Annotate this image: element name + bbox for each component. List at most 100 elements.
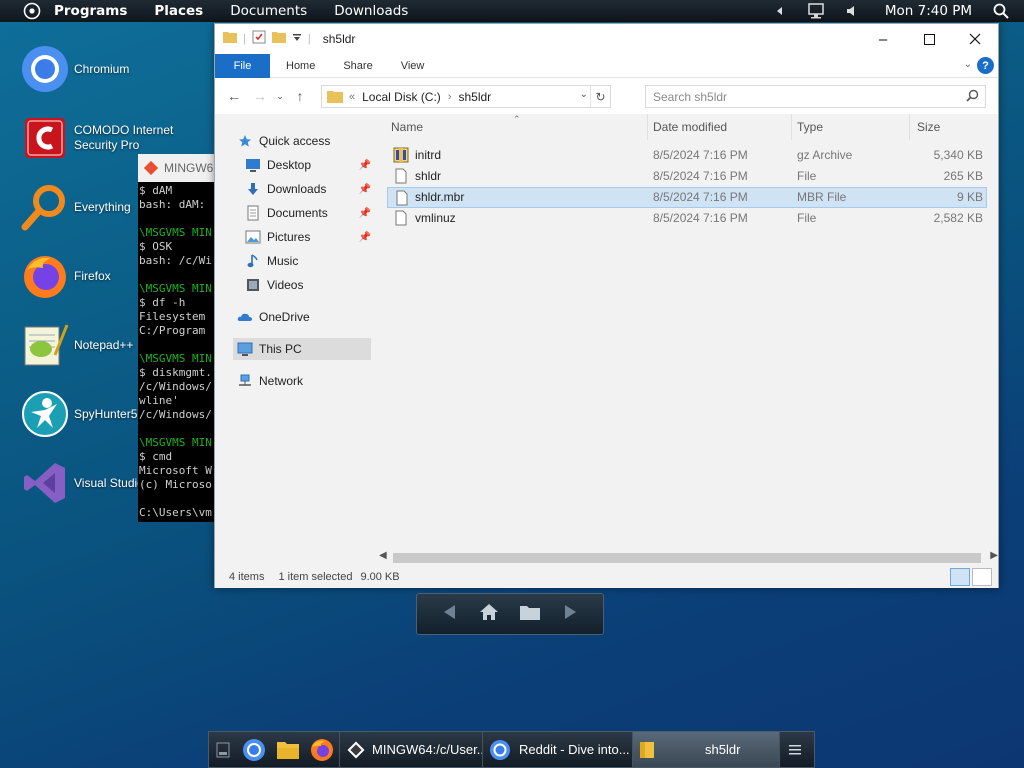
close-button[interactable] <box>952 24 998 54</box>
file-row-vmlinuz[interactable]: vmlinuz 8/5/2024 7:16 PM File 2,582 KB <box>387 208 987 229</box>
column-divider[interactable] <box>647 114 648 140</box>
search-icon[interactable] <box>990 0 1012 22</box>
nav-network[interactable]: Network <box>237 370 371 392</box>
task-reddit[interactable]: Reddit - Dive into... <box>482 732 632 767</box>
home-icon[interactable] <box>479 602 499 626</box>
back-arrow-icon[interactable]: ← <box>221 88 247 104</box>
pin-icon[interactable]: 📌 <box>359 208 371 219</box>
refresh-icon[interactable]: ↻ <box>590 86 610 107</box>
task-mingw64[interactable]: MINGW64:/c/User... <box>339 732 482 767</box>
nav-documents[interactable]: Documents 📌 <box>245 202 371 224</box>
nav-downloads[interactable]: Downloads 📌 <box>245 178 371 200</box>
nav-onedrive[interactable]: OneDrive <box>237 306 371 328</box>
column-divider[interactable] <box>791 114 792 140</box>
pin-icon[interactable]: 📌 <box>359 232 371 243</box>
column-type[interactable]: Type <box>797 114 823 140</box>
terminal-line: \MSGVMS MIN <box>139 282 212 295</box>
column-name[interactable]: Name <box>391 114 423 140</box>
file-icon <box>393 168 409 184</box>
tab-view[interactable]: View <box>387 54 439 78</box>
file-row-shldr[interactable]: shldr 8/5/2024 7:16 PM File 265 KB <box>387 166 987 187</box>
menu-documents[interactable]: Documents <box>230 3 307 19</box>
terminal-title: MINGW6 <box>164 161 214 175</box>
terminal-output[interactable]: $ dAM bash: dAM: \MSGVMS MIN $ OSK bash: /c… <box>138 182 218 520</box>
breadcrumb-local-disk[interactable]: Local Disk (C:) <box>362 90 441 104</box>
terminal-line: C:/Program <box>139 324 206 337</box>
up-arrow-icon[interactable]: ↑ <box>287 88 313 104</box>
column-size[interactable]: Size <box>917 114 940 140</box>
file-row-initrd[interactable]: initrd 8/5/2024 7:16 PM gz Archive 5,340… <box>387 145 987 166</box>
menu-downloads[interactable]: Downloads <box>334 3 408 19</box>
expand-ribbon-icon[interactable]: ⌄ <box>964 59 972 70</box>
tab-file[interactable]: File <box>215 53 270 78</box>
dock-forward-icon[interactable] <box>561 603 579 625</box>
folder-icon <box>327 90 343 103</box>
nav-music[interactable]: Music <box>245 250 371 272</box>
notepadpp-icon <box>20 320 70 370</box>
breadcrumb-separator-icon[interactable]: › <box>448 91 452 103</box>
file-name: shldr <box>415 169 442 183</box>
customize-chevron-icon[interactable] <box>292 30 302 48</box>
details-view-icon[interactable] <box>950 568 970 586</box>
menu-programs[interactable]: Programs <box>54 3 127 19</box>
nav-desktop[interactable]: Desktop 📌 <box>245 154 371 176</box>
nav-quick-access[interactable]: Quick access <box>237 130 371 152</box>
pin-icon[interactable]: 📌 <box>359 184 371 195</box>
forward-arrow-icon[interactable]: → <box>247 88 273 104</box>
file-manager-icon[interactable] <box>271 732 305 767</box>
file-size: 265 KB <box>943 169 983 183</box>
pin-icon[interactable]: 📌 <box>359 160 371 171</box>
file-name: vmlinuz <box>415 211 456 225</box>
task-label: Reddit - Dive into... <box>519 742 630 757</box>
large-icons-view-icon[interactable] <box>972 568 992 586</box>
scroll-right-icon[interactable]: ▶ <box>990 550 998 561</box>
properties-icon[interactable] <box>252 30 266 49</box>
firefox-icon[interactable] <box>305 732 339 767</box>
column-date-modified[interactable]: Date modified <box>653 114 727 140</box>
volume-icon[interactable] <box>841 0 863 22</box>
recent-chevron-icon[interactable]: ⌄ <box>273 91 287 102</box>
horizontal-scrollbar[interactable]: ◀ ▶ <box>379 550 998 566</box>
address-bar[interactable]: « Local Disk (C:) › sh5ldr ⌄ ↻ <box>321 85 611 108</box>
app-menu-icon[interactable] <box>22 1 42 21</box>
nav-label: Desktop <box>267 158 312 172</box>
tab-share[interactable]: Share <box>329 54 386 78</box>
chromium-icon[interactable] <box>237 732 271 767</box>
maximize-button[interactable] <box>906 24 952 54</box>
overflow-chevron-icon[interactable]: « <box>349 91 355 103</box>
task-sh5ldr[interactable]: sh5ldr <box>632 732 779 767</box>
file-explorer-window[interactable]: | | sh5ldr – File Home Share View ⌄ ? ← … <box>214 23 999 588</box>
file-date: 8/5/2024 7:16 PM <box>653 190 748 204</box>
column-divider[interactable] <box>909 114 910 140</box>
search-input[interactable]: Search sh5ldr <box>645 85 986 108</box>
file-type: File <box>797 169 817 183</box>
menu-places[interactable]: Places <box>154 3 203 19</box>
file-row-shldr-mbr[interactable]: shldr.mbr 8/5/2024 7:16 PM MBR File 9 KB <box>387 187 987 208</box>
help-icon[interactable]: ? <box>977 57 994 74</box>
folder-icon[interactable] <box>519 603 541 625</box>
scrollbar-thumb[interactable] <box>393 553 981 563</box>
desktop-icon-chromium[interactable]: Chromium <box>20 42 210 96</box>
new-folder-icon[interactable] <box>271 30 286 48</box>
terminal-titlebar[interactable]: MINGW6 <box>138 154 218 182</box>
terminal-window[interactable]: MINGW6 $ dAM bash: dAM: \MSGVMS MIN $ OSK b… <box>138 154 218 522</box>
clock[interactable]: Mon 7:40 PM <box>885 3 972 19</box>
scroll-left-icon[interactable]: ◀ <box>379 550 387 561</box>
dock-back-icon[interactable] <box>441 603 459 625</box>
nav-videos[interactable]: Videos <box>245 274 371 296</box>
nav-this-pc[interactable]: This PC <box>233 338 371 360</box>
nav-label: OneDrive <box>259 310 310 324</box>
terminal-line: Filesystem <box>139 310 206 323</box>
explorer-titlebar[interactable]: | | sh5ldr – <box>215 24 998 54</box>
network-icon[interactable] <box>805 0 827 22</box>
file-size: 5,340 KB <box>933 148 983 162</box>
minimize-button[interactable]: – <box>860 24 906 54</box>
tab-home[interactable]: Home <box>272 54 329 78</box>
show-desktop-icon[interactable] <box>209 732 237 767</box>
breadcrumb-sh5ldr[interactable]: sh5ldr <box>458 90 491 104</box>
terminal-line: $ dAM <box>139 184 173 197</box>
tray-arrow-icon[interactable] <box>769 0 791 22</box>
address-dropdown-icon[interactable]: ⌄ <box>580 89 588 100</box>
taskbar-menu-icon[interactable] <box>779 732 809 767</box>
nav-pictures[interactable]: Pictures 📌 <box>245 226 371 248</box>
